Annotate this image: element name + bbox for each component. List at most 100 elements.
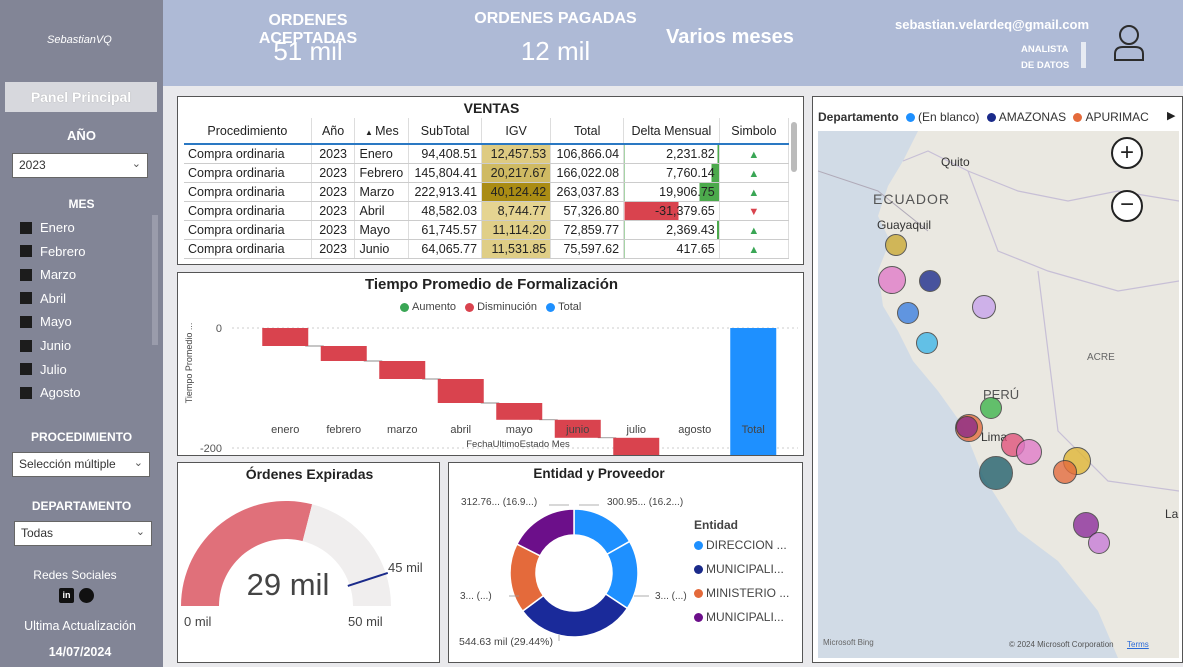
departamento-dropdown[interactable]: Todas ⌄ bbox=[14, 521, 152, 546]
map-bubble[interactable] bbox=[956, 416, 978, 438]
triangle-up-icon: ▲ bbox=[748, 148, 760, 161]
cell-d: 2,231.82 bbox=[623, 144, 720, 164]
procedimiento-dropdown[interactable]: Selección múltiple ⌄ bbox=[12, 452, 150, 477]
map-bubble[interactable] bbox=[878, 266, 906, 294]
donut-slice[interactable] bbox=[521, 592, 629, 638]
map-bubble[interactable] bbox=[1088, 532, 1110, 554]
x-tick-label: febrero bbox=[326, 424, 361, 436]
checkbox-icon[interactable] bbox=[20, 339, 32, 352]
mes-item[interactable]: Enero bbox=[20, 220, 75, 235]
user-icon[interactable] bbox=[1113, 24, 1145, 62]
waterfall-bar[interactable] bbox=[262, 328, 309, 346]
cell-m: Febrero bbox=[354, 163, 410, 183]
mes-title: MES bbox=[68, 197, 95, 211]
procedimiento-value: Selección múltiple bbox=[19, 457, 116, 471]
map-bubble[interactable] bbox=[1016, 439, 1042, 465]
column-header[interactable]: Procedimiento bbox=[184, 118, 312, 145]
waterfall-bar[interactable] bbox=[379, 361, 426, 379]
mes-item[interactable]: Junio bbox=[20, 338, 71, 353]
checkbox-icon[interactable] bbox=[20, 221, 32, 234]
anio-dropdown[interactable]: 2023 ⌄ bbox=[12, 153, 148, 178]
table-row[interactable]: Compra ordinaria 2023 Febrero 145,804.41 20,… bbox=[184, 163, 790, 183]
linkedin-icon[interactable]: in bbox=[59, 588, 74, 603]
fecha-actualizacion: 14/07/2024 bbox=[48, 645, 112, 659]
cell-m: Abril bbox=[354, 201, 410, 221]
mes-scrollbar[interactable] bbox=[152, 215, 158, 345]
checkbox-icon[interactable] bbox=[20, 386, 32, 399]
waterfall-bar[interactable] bbox=[613, 437, 660, 455]
sort-icon[interactable]: ▲ bbox=[365, 128, 375, 137]
github-icon[interactable] bbox=[79, 588, 94, 603]
mes-label: Agosto bbox=[40, 385, 81, 401]
tiempo-panel: Tiempo Promedio de Formalización Aumento… bbox=[177, 272, 804, 456]
column-header[interactable]: Año bbox=[311, 118, 356, 145]
table-row[interactable]: Compra ordinaria 2023 Mayo 61,745.57 11,114.… bbox=[184, 220, 790, 240]
cell-m: Junio bbox=[354, 239, 410, 259]
checkbox-icon[interactable] bbox=[20, 315, 32, 328]
map-bubble[interactable] bbox=[979, 456, 1013, 490]
mes-item[interactable]: Marzo bbox=[20, 267, 76, 282]
waterfall-bar[interactable] bbox=[320, 346, 367, 361]
legend-amazonas: AMAZONAS bbox=[983, 110, 1066, 124]
triangle-up-icon: ▲ bbox=[748, 167, 760, 180]
checkbox-icon[interactable] bbox=[20, 292, 32, 305]
table-row[interactable]: Compra ordinaria 2023 Abril 48,582.03 8,744.… bbox=[184, 201, 790, 221]
zoom-in-button[interactable]: + bbox=[1111, 137, 1143, 169]
amazonas-dot-icon bbox=[986, 113, 996, 123]
mes-item[interactable]: Febrero bbox=[20, 244, 86, 259]
checkbox-icon[interactable] bbox=[20, 245, 32, 258]
map-bubble[interactable] bbox=[980, 397, 1002, 419]
mes-item[interactable]: Abril bbox=[20, 291, 66, 306]
mes-item[interactable]: Mayo bbox=[20, 314, 72, 329]
cell-d: 417.65 bbox=[623, 239, 720, 259]
entidad-legend-item[interactable]: MINISTERIO ... bbox=[694, 586, 789, 600]
panel-principal-button[interactable]: Panel Principal bbox=[5, 82, 157, 112]
cell-t: 106,866.04 bbox=[550, 144, 625, 164]
column-header[interactable]: ▲ Mes bbox=[354, 118, 410, 145]
waterfall-bar[interactable] bbox=[437, 379, 484, 403]
waterfall-chart: 0 -200 enero febrero marzo abril mayo junio juli… bbox=[184, 323, 798, 455]
mes-item[interactable]: Agosto bbox=[20, 385, 80, 400]
map-terms-link[interactable]: Terms bbox=[1127, 640, 1149, 649]
chevron-down-icon: ⌄ bbox=[131, 158, 141, 170]
cell-t: 166,022.08 bbox=[550, 163, 625, 183]
checkbox-icon[interactable] bbox=[20, 268, 32, 281]
map-bubble[interactable] bbox=[885, 234, 907, 256]
entidad-legend-item[interactable]: DIRECCION ... bbox=[694, 538, 787, 552]
column-header[interactable]: Total bbox=[550, 118, 625, 145]
waterfall-bar[interactable] bbox=[496, 403, 543, 420]
cell-a: 2023 bbox=[311, 163, 356, 183]
mes-label: Abril bbox=[40, 290, 67, 306]
triangle-up-icon: ▲ bbox=[748, 243, 760, 256]
column-header[interactable]: IGV bbox=[481, 118, 552, 145]
mes-item[interactable]: Julio bbox=[20, 362, 67, 377]
map-place-acre: ACRE bbox=[1087, 352, 1115, 363]
cell-p: Compra ordinaria bbox=[184, 201, 312, 221]
mapa-panel: Departamento (En blanco) AMAZONAS APURIM… bbox=[812, 96, 1183, 663]
donut-slice[interactable] bbox=[515, 508, 575, 557]
map-bubble[interactable] bbox=[916, 332, 938, 354]
cell-i: 8,744.77 bbox=[481, 201, 552, 221]
column-header[interactable]: Simbolo bbox=[719, 118, 790, 145]
map-bubble[interactable] bbox=[972, 295, 996, 319]
table-row[interactable]: Compra ordinaria 2023 Junio 64,065.77 11,531… bbox=[184, 239, 790, 259]
map-place-guayaquil: Guayaquil bbox=[877, 218, 932, 232]
cell-a: 2023 bbox=[311, 220, 356, 240]
ventas-scrollbar[interactable] bbox=[791, 122, 797, 172]
table-row[interactable]: Compra ordinaria 2023 Enero 94,408.51 12,457… bbox=[184, 144, 790, 164]
map-bubble[interactable] bbox=[897, 302, 919, 324]
legend-next-icon[interactable]: ▶ bbox=[1167, 109, 1175, 122]
ordenes-aceptadas-value: 51 mil bbox=[273, 36, 343, 66]
column-header[interactable]: Delta Mensual bbox=[623, 118, 720, 145]
zoom-out-button[interactable]: − bbox=[1111, 190, 1143, 222]
simbolo-cell: ▲ bbox=[719, 182, 790, 202]
map-bubble[interactable] bbox=[919, 270, 941, 292]
entidad-legend-item[interactable]: MUNICIPALI... bbox=[694, 610, 784, 624]
mes-label: Marzo bbox=[40, 267, 77, 283]
cell-s: 94,408.51 bbox=[408, 144, 483, 164]
entidad-legend-item[interactable]: MUNICIPALI... bbox=[694, 562, 784, 576]
map-bubble[interactable] bbox=[1053, 460, 1077, 484]
checkbox-icon[interactable] bbox=[20, 363, 32, 376]
table-row[interactable]: Compra ordinaria 2023 Marzo 222,913.41 40,12… bbox=[184, 182, 790, 202]
column-header[interactable]: SubTotal bbox=[408, 118, 483, 145]
